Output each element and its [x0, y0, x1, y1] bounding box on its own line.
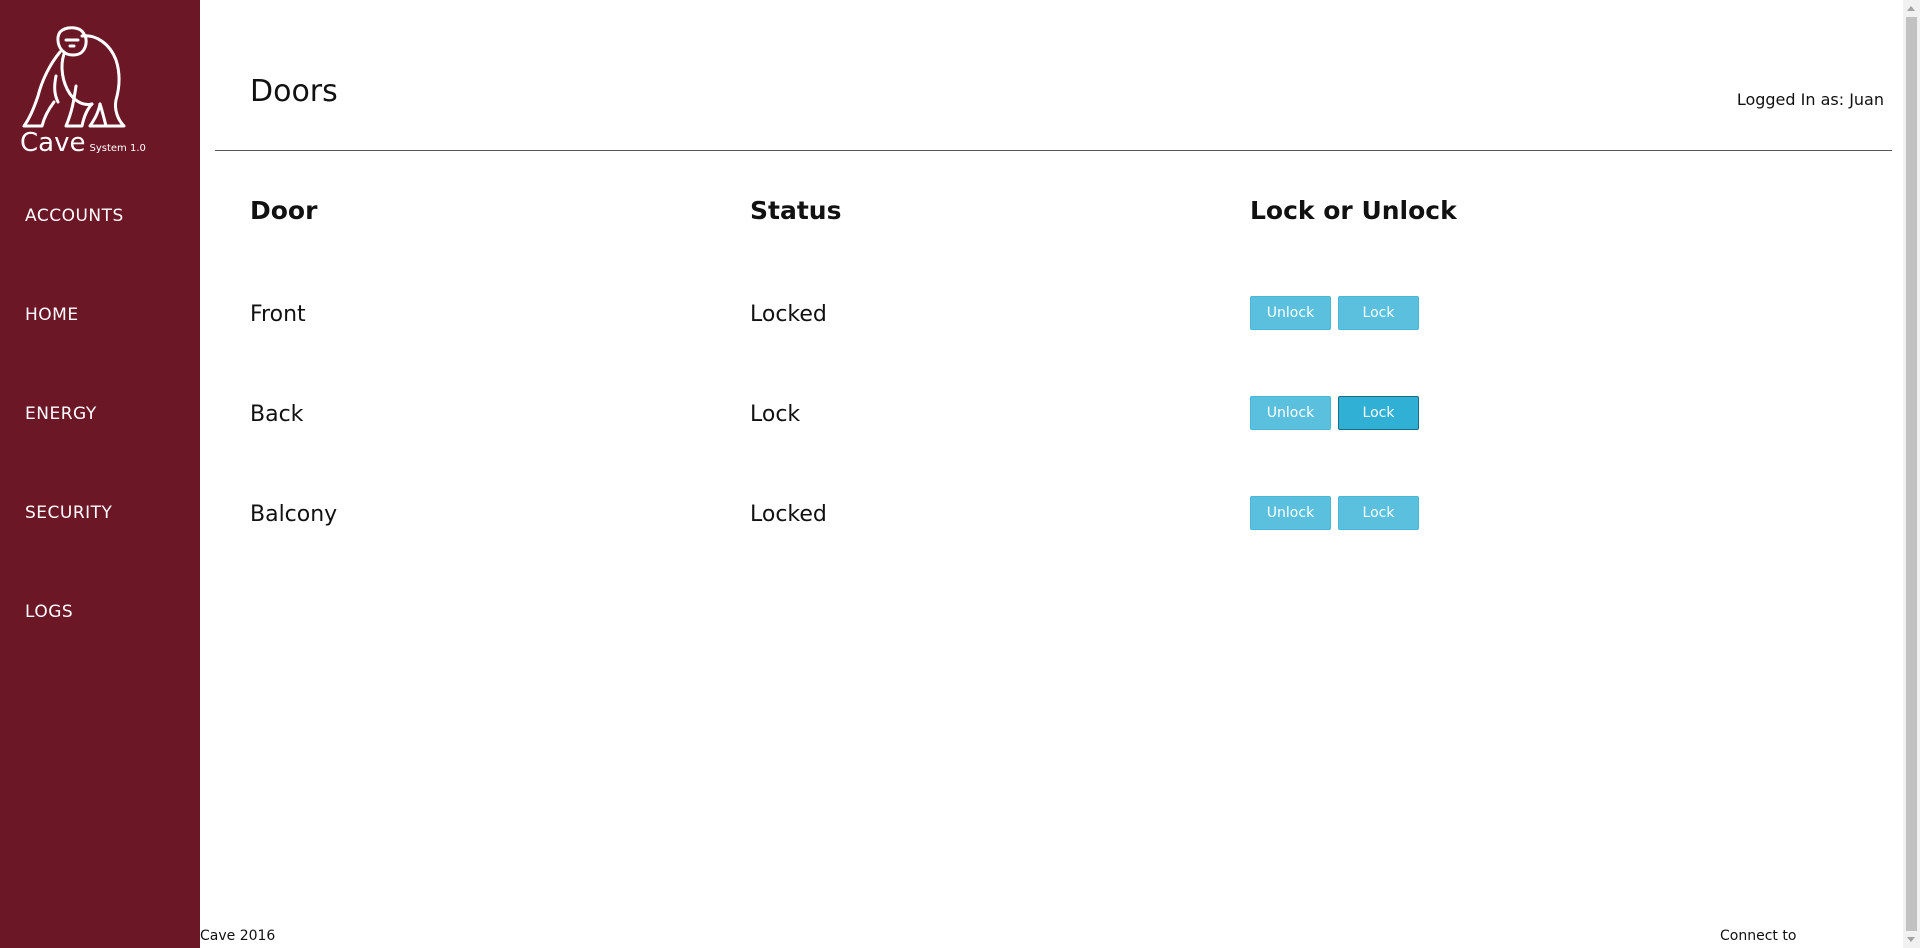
app-version: System 1.0 — [89, 143, 146, 154]
unlock-button[interactable]: Unlock — [1250, 396, 1331, 430]
unlock-button[interactable]: Unlock — [1250, 296, 1331, 330]
table-row: Back Lock Unlock Lock — [250, 396, 1450, 442]
sidebar-item-home[interactable]: HOME — [0, 295, 200, 394]
table-row: Front Locked Unlock Lock — [250, 296, 1450, 342]
door-name: Balcony — [250, 502, 338, 527]
scroll-down-icon[interactable] — [1907, 937, 1915, 942]
unlock-button[interactable]: Unlock — [1250, 496, 1331, 530]
sidebar-nav: ACCOUNTS HOME ENERGY SECURITY LOGS — [0, 196, 200, 691]
door-name: Front — [250, 302, 306, 327]
app-name: Cave — [20, 128, 86, 158]
logged-in-user: Logged In as: Juan — [1736, 90, 1884, 109]
footer-connect: Connect to — [1720, 928, 1797, 944]
door-status: Locked — [750, 302, 827, 327]
sidebar-item-energy[interactable]: ENERGY — [0, 394, 200, 493]
gorilla-icon — [22, 26, 126, 128]
header-divider — [215, 150, 1892, 151]
door-status: Lock — [750, 402, 801, 427]
lock-button[interactable]: Lock — [1338, 496, 1419, 530]
table-row: Balcony Locked Unlock Lock — [250, 496, 1450, 542]
column-header-door: Door — [250, 196, 318, 225]
sidebar-item-security[interactable]: SECURITY — [0, 493, 200, 592]
app-root: Cave System 1.0 ACCOUNTS HOME ENERGY SECU… — [0, 0, 1920, 948]
sidebar-item-logs[interactable]: LOGS — [0, 592, 200, 691]
lock-button[interactable]: Lock — [1338, 296, 1419, 330]
footer-copyright: Cave 2016 — [200, 928, 276, 944]
page-title: Doors — [250, 74, 338, 109]
scroll-thumb[interactable] — [1906, 17, 1917, 931]
door-status: Locked — [750, 502, 827, 527]
sidebar: Cave System 1.0 ACCOUNTS HOME ENERGY SECU… — [0, 0, 200, 948]
lock-button[interactable]: Lock — [1338, 396, 1419, 430]
vertical-scrollbar[interactable] — [1903, 0, 1920, 948]
column-header-action: Lock or Unlock — [1250, 196, 1457, 225]
sidebar-item-accounts[interactable]: ACCOUNTS — [0, 196, 200, 295]
column-header-status: Status — [750, 196, 842, 225]
logo[interactable]: Cave System 1.0 — [18, 24, 188, 164]
door-name: Back — [250, 402, 304, 427]
scroll-up-icon[interactable] — [1907, 6, 1915, 11]
